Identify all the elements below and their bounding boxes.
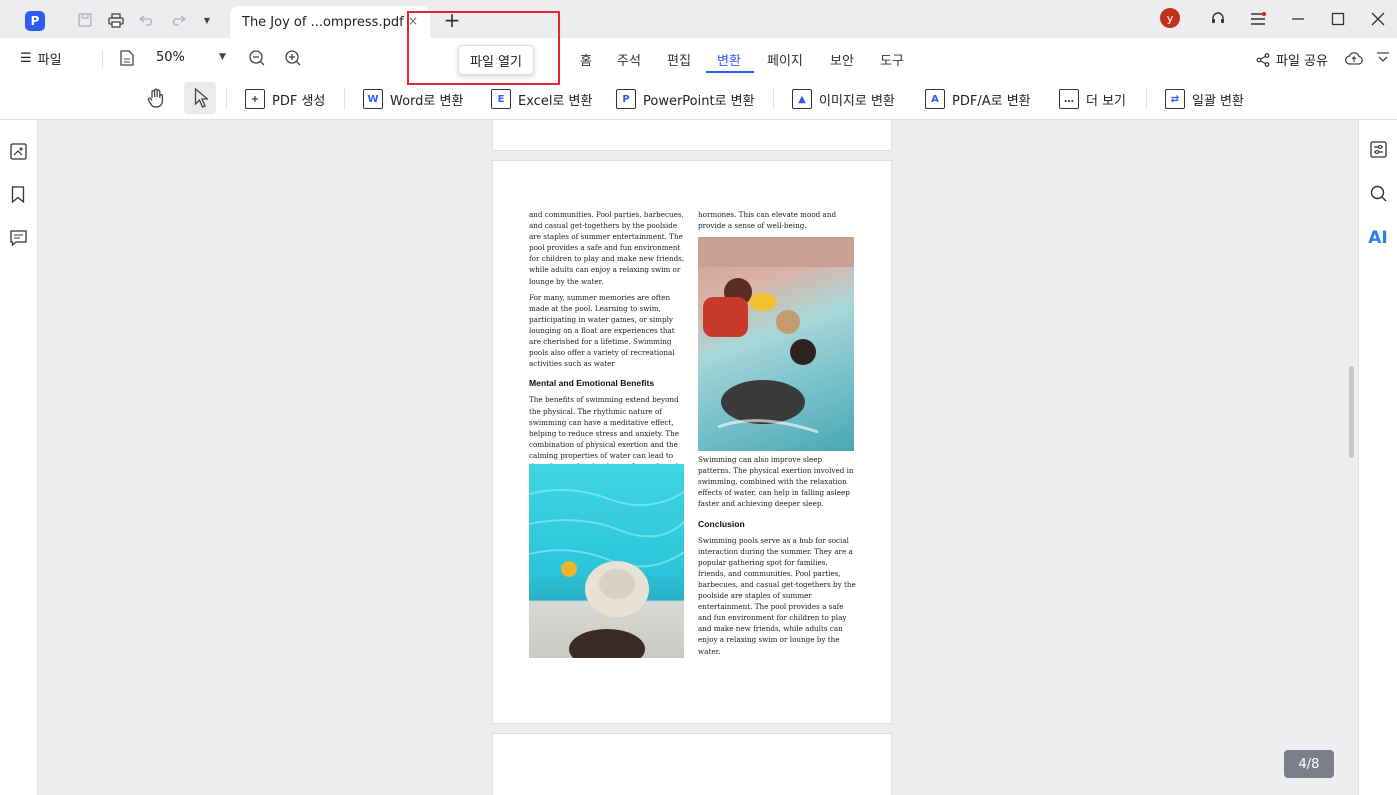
more-label: 더 보기	[1086, 93, 1127, 109]
app-logo: P	[25, 11, 45, 31]
ai-assistant-icon[interactable]: AI	[1368, 228, 1387, 248]
batch-convert-icon: ⇄	[1165, 89, 1185, 109]
convert-to-excel-button[interactable]: E Excel로 변환	[491, 86, 592, 112]
menu-lines-icon: ☰	[20, 51, 32, 66]
divider	[344, 88, 345, 110]
title-bar: P ▼ The Joy of ...ompress.pdf × + y	[0, 0, 1397, 38]
convert-toolbar: + PDF 생성 W Word로 변환 E Excel로 변환 P PowerP…	[0, 78, 1397, 120]
divider	[773, 88, 774, 110]
open-file-tooltip: 파일 열기	[458, 45, 534, 75]
more-icon: …	[1059, 89, 1079, 109]
pool-women-photo	[698, 237, 854, 451]
right-paragraph-3: Swimming pools serve as a hub for social…	[698, 535, 856, 656]
word-icon: W	[363, 89, 383, 109]
right-paragraph-2: Swimming can also improve sleep patterns…	[698, 455, 854, 509]
collapse-ribbon-icon[interactable]	[1375, 50, 1391, 66]
page-view-icon[interactable]	[119, 50, 135, 66]
tab-convert[interactable]: 변환	[717, 50, 741, 69]
document-tab[interactable]: The Joy of ...ompress.pdf ×	[230, 6, 430, 38]
convert-to-powerpoint-label: PowerPoint로 변환	[643, 93, 755, 109]
avatar[interactable]: y	[1160, 8, 1180, 28]
convert-to-excel-label: Excel로 변환	[518, 93, 593, 109]
zoom-dropdown-icon[interactable]: ▼	[219, 52, 226, 62]
pdfa-icon: A	[925, 89, 945, 109]
more-button[interactable]: … 더 보기	[1059, 86, 1126, 112]
file-menu-button[interactable]: ☰ 파일	[20, 49, 62, 68]
maximize-icon[interactable]	[1329, 10, 1347, 28]
create-pdf-button[interactable]: + PDF 생성	[245, 86, 325, 112]
cloud-upload-icon[interactable]	[1344, 50, 1364, 66]
pool-sunhat-photo	[529, 464, 684, 658]
divider	[226, 88, 227, 110]
excel-icon: E	[491, 89, 511, 109]
tab-page[interactable]: 페이지	[767, 50, 803, 69]
create-pdf-label: PDF 생성	[272, 93, 326, 109]
active-tab-indicator	[706, 71, 754, 73]
search-icon[interactable]	[1369, 184, 1387, 202]
hand-tool-icon[interactable]	[146, 87, 166, 109]
quick-access-dropdown-icon[interactable]: ▼	[199, 12, 215, 28]
right-column-bottom: Swimming can also improve sleep patterns…	[698, 454, 856, 657]
thumbnail-icon[interactable]	[9, 142, 27, 160]
tab-home[interactable]: 홈	[580, 50, 592, 69]
convert-to-image-button[interactable]: ▲ 이미지로 변환	[792, 86, 895, 112]
bookmark-icon[interactable]	[9, 185, 27, 203]
mental-benefits-heading: Mental and Emotional Benefits	[529, 378, 655, 389]
create-pdf-icon: +	[245, 89, 265, 109]
menu-bar: ☰ 파일 50% ▼ 홈 주석 편집 변환 페이지 보안 도구 파일 공유	[0, 38, 1397, 78]
right-sidebar: AI	[1358, 120, 1397, 795]
batch-convert-button[interactable]: ⇄ 일괄 변환	[1165, 86, 1244, 112]
comment-icon[interactable]	[9, 229, 27, 247]
close-window-icon[interactable]	[1369, 10, 1387, 28]
share-icon	[1256, 52, 1270, 67]
tab-tools[interactable]: 도구	[880, 50, 904, 69]
conclusion-heading: Conclusion	[698, 519, 745, 530]
left-paragraph-1: and communities. Pool parties, barbecues…	[529, 210, 685, 286]
convert-to-word-label: Word로 변환	[390, 93, 464, 109]
batch-convert-label: 일괄 변환	[1192, 93, 1244, 109]
powerpoint-icon: P	[616, 89, 636, 109]
support-icon[interactable]	[1209, 10, 1227, 28]
tab-title: The Joy of ...ompress.pdf	[242, 14, 404, 30]
hamburger-menu-icon[interactable]	[1249, 10, 1267, 28]
convert-to-powerpoint-button[interactable]: P PowerPoint로 변환	[616, 86, 755, 112]
convert-to-word-button[interactable]: W Word로 변환	[363, 86, 463, 112]
undo-icon[interactable]	[139, 12, 155, 28]
convert-to-pdfa-button[interactable]: A PDF/A로 변환	[925, 86, 1031, 112]
convert-to-pdfa-label: PDF/A로 변환	[952, 93, 1031, 109]
right-column-top: hormones. This can elevate mood and prov…	[698, 209, 856, 231]
tab-security[interactable]: 보안	[830, 50, 854, 69]
tab-edit[interactable]: 편집	[667, 50, 691, 69]
next-page	[492, 733, 892, 795]
convert-to-image-label: 이미지로 변환	[819, 93, 895, 109]
save-icon[interactable]	[77, 12, 93, 28]
zoom-level[interactable]: 50%	[156, 50, 185, 65]
vertical-scrollbar[interactable]	[1349, 366, 1354, 458]
minimize-icon[interactable]	[1289, 10, 1307, 28]
left-column: and communities. Pool parties, barbecues…	[529, 209, 687, 483]
share-label: 파일 공유	[1276, 54, 1328, 69]
divider	[1146, 88, 1147, 110]
file-menu-label: 파일	[37, 53, 62, 68]
properties-icon[interactable]	[1369, 140, 1387, 158]
tab-annotate[interactable]: 주석	[617, 50, 641, 69]
left-sidebar	[0, 120, 38, 795]
left-paragraph-2: For many, summer memories are often made…	[529, 292, 675, 369]
share-file-button[interactable]: 파일 공유	[1256, 50, 1328, 69]
right-paragraph-1: hormones. This can elevate mood and prov…	[698, 210, 837, 231]
print-icon[interactable]	[108, 12, 124, 28]
image-icon: ▲	[792, 89, 812, 109]
page-indicator: 4/8	[1284, 750, 1334, 778]
zoom-out-icon[interactable]	[249, 50, 265, 66]
select-cursor-icon[interactable]	[192, 87, 210, 109]
zoom-in-icon[interactable]	[285, 50, 301, 66]
previous-page	[492, 120, 892, 151]
divider	[102, 50, 103, 68]
redo-icon[interactable]	[170, 12, 186, 28]
